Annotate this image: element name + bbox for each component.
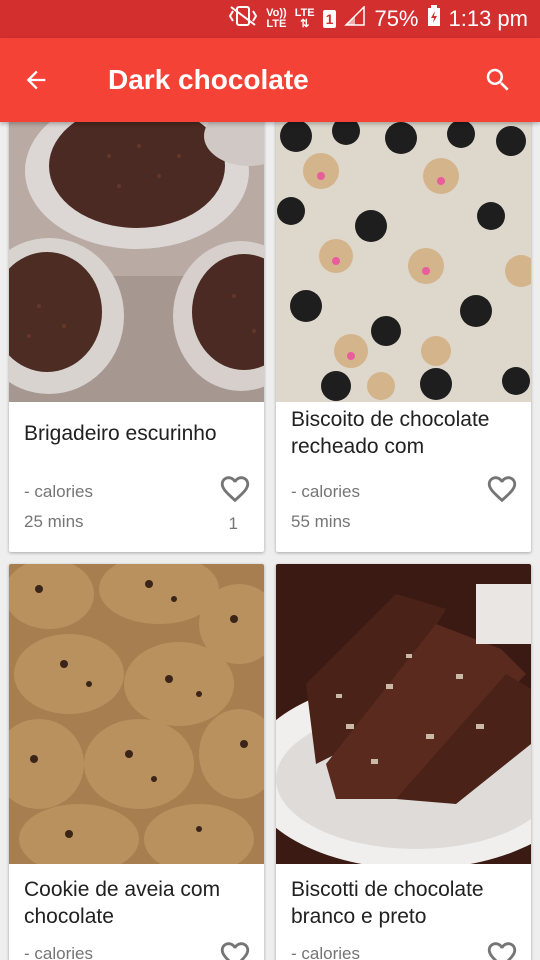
- clock: 1:13 pm: [448, 6, 529, 31]
- recipe-calories: - calories: [291, 944, 360, 960]
- status-bar: Vo)) LTE LTE ⇅ 1 75% 1:13 pm: [0, 0, 540, 38]
- recipe-card[interactable]: Cookie de aveia com chocolate - calories: [9, 564, 264, 960]
- search-icon: [486, 68, 509, 91]
- recipe-image: [9, 564, 264, 864]
- recipe-name: Cookie de aveia com chocolate: [24, 878, 221, 928]
- recipe-card[interactable]: Biscotti de chocolate branco e preto - c…: [276, 564, 531, 960]
- recipe-time: 25 mins: [24, 512, 84, 531]
- search-button[interactable]: [456, 38, 540, 122]
- lte-text: LTE: [294, 7, 315, 19]
- volte-indicator: Vo)) LTE: [266, 8, 287, 30]
- recipe-name: Brigadeiro escurinho: [24, 422, 217, 445]
- favorite-heart-icon[interactable]: [218, 938, 252, 960]
- recipe-image: [276, 122, 531, 402]
- recipe-name: Biscotti de chocolate branco e preto: [291, 878, 484, 928]
- recipe-calories: - calories: [291, 482, 360, 501]
- volte-lte-text: LTE: [266, 18, 287, 30]
- battery-percent: 75%: [374, 6, 419, 31]
- vibrate-icon: [228, 5, 258, 33]
- recipe-calories: - calories: [24, 944, 93, 960]
- recipe-calories: - calories: [24, 482, 93, 501]
- signal-icon: [344, 5, 366, 32]
- back-button[interactable]: [0, 38, 72, 122]
- favorite-heart-icon[interactable]: [218, 472, 252, 506]
- recipe-image: [276, 564, 531, 864]
- recipe-card[interactable]: Biscoito de chocolate recheado com - cal…: [276, 122, 531, 552]
- like-count: 1: [228, 514, 238, 533]
- favorite-heart-icon[interactable]: [485, 938, 519, 960]
- battery-icon: [427, 5, 441, 33]
- recipe-image: [9, 122, 264, 402]
- lte-indicator: LTE ⇅: [294, 7, 315, 30]
- sim-indicator: 1: [322, 10, 337, 28]
- recipe-grid: Brigadeiro escurinho - calories 25 mins …: [0, 122, 540, 960]
- recipe-time: 55 mins: [291, 512, 351, 531]
- page-title: Dark chocolate: [108, 64, 309, 95]
- recipe-card[interactable]: Brigadeiro escurinho - calories 25 mins …: [9, 122, 264, 552]
- back-arrow-icon: [26, 70, 46, 90]
- favorite-heart-icon[interactable]: [485, 472, 519, 506]
- recipe-name: Biscoito de chocolate recheado com: [291, 408, 490, 458]
- app-bar: Dark chocolate: [0, 38, 540, 122]
